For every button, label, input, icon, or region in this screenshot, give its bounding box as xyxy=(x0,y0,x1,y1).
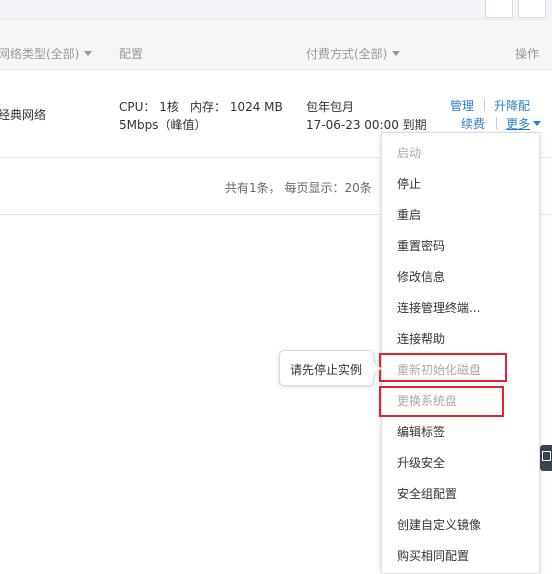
more-label: 更多 xyxy=(506,117,531,131)
menu-item-connect-terminal[interactable]: 连接管理终端... xyxy=(397,299,480,316)
menu-item-connect-help[interactable]: 连接帮助 xyxy=(397,330,445,347)
action-divider xyxy=(484,99,485,111)
pagination-summary: 共有1条， 每页显示：20条 xyxy=(225,181,372,195)
chat-icon xyxy=(542,451,551,461)
config-header: 配置 xyxy=(119,47,144,61)
top-toolbar-strip xyxy=(0,0,552,20)
billing-type-value: 包年包月 xyxy=(306,100,355,114)
payment-type-filter[interactable]: 付费方式(全部) xyxy=(306,45,401,62)
cpu-value: CPU： 1核 xyxy=(119,100,179,114)
feedback-tab[interactable] xyxy=(540,445,552,471)
action-divider xyxy=(496,117,497,129)
highlight-box xyxy=(379,353,507,382)
upgrade-link[interactable]: 升降配 xyxy=(494,97,530,114)
renew-link[interactable]: 续费 xyxy=(461,115,485,132)
table-header: 网络类型(全部) 配置 付费方式(全部) 操作 xyxy=(0,20,552,70)
bandwidth-value: 5Mbps（峰值） xyxy=(119,118,207,132)
tooltip: 请先停止实例 xyxy=(279,350,382,386)
manage-link[interactable]: 管理 xyxy=(450,97,474,114)
menu-item-buy-same-config[interactable]: 购买相同配置 xyxy=(397,547,469,564)
menu-item-upgrade-security[interactable]: 升级安全 xyxy=(397,454,445,471)
toolbar-button[interactable] xyxy=(518,0,546,18)
tooltip-text: 请先停止实例 xyxy=(290,363,363,377)
network-type-value: 经典网络 xyxy=(0,108,47,122)
expiry-value: 17-06-23 00:00 到期 xyxy=(306,118,427,132)
chevron-down-icon xyxy=(84,51,93,56)
chevron-down-icon xyxy=(392,51,401,56)
highlight-box xyxy=(379,386,504,417)
network-type-filter[interactable]: 网络类型(全部) xyxy=(0,45,93,62)
menu-item-edit-info[interactable]: 修改信息 xyxy=(397,268,445,285)
network-type-filter-label: 网络类型(全部) xyxy=(0,47,80,61)
menu-item-edit-tags[interactable]: 编辑标签 xyxy=(397,423,445,440)
chevron-down-icon xyxy=(533,121,542,126)
actions-header: 操作 xyxy=(515,47,540,61)
toolbar-button[interactable] xyxy=(485,0,513,18)
payment-type-filter-label: 付费方式(全部) xyxy=(306,47,388,61)
menu-item-create-image[interactable]: 创建自定义镜像 xyxy=(397,516,481,533)
menu-item-start[interactable]: 启动 xyxy=(397,144,421,161)
menu-item-stop[interactable]: 停止 xyxy=(397,175,421,192)
more-dropdown-toggle[interactable]: 更多 xyxy=(506,115,542,132)
menu-item-security-group[interactable]: 安全组配置 xyxy=(397,485,457,502)
menu-item-restart[interactable]: 重启 xyxy=(397,206,421,223)
menu-item-reset-password[interactable]: 重置密码 xyxy=(397,237,445,254)
memory-value: 内存： 1024 MB xyxy=(190,100,283,114)
